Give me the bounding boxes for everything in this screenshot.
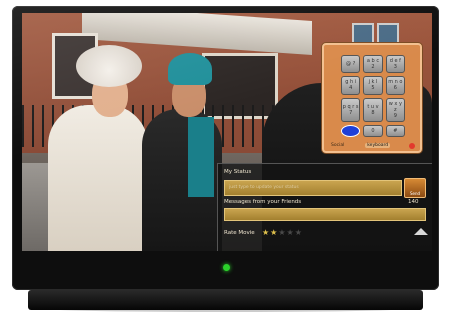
keypad-grid: @ ? a b c 2 d e f 3 g h i 4 j k l 5 m n … xyxy=(341,55,405,137)
tab-keyboard[interactable]: keyboard xyxy=(365,143,391,148)
tv-screen: @ ? a b c 2 d e f 3 g h i 4 j k l 5 m n … xyxy=(22,13,432,251)
tab-social[interactable]: Social xyxy=(329,143,346,148)
keypad-key[interactable]: d e f 3 xyxy=(385,55,405,74)
star-empty-icon[interactable]: ★ xyxy=(287,228,295,237)
keypad-key[interactable]: a b c 2 xyxy=(363,55,383,74)
keypad-key[interactable]: m n o 6 xyxy=(385,76,405,95)
social-status-panel: My Status just type to update your statu… xyxy=(217,163,432,251)
person-fur-hat xyxy=(76,45,142,87)
keypad-key[interactable]: j k l 5 xyxy=(363,76,383,95)
status-input[interactable]: just type to update your status xyxy=(224,180,402,196)
power-led-icon xyxy=(223,264,230,271)
my-status-label: My Status xyxy=(224,169,252,175)
keypad-tabs: Social keyboard xyxy=(329,141,415,150)
keypad-overlay: @ ? a b c 2 d e f 3 g h i 4 j k l 5 m n … xyxy=(322,43,422,153)
status-placeholder: just type to update your status xyxy=(229,185,299,190)
keypad-key-selected[interactable] xyxy=(341,124,361,137)
messages-field[interactable] xyxy=(224,208,426,221)
send-button-label: Send xyxy=(409,191,421,196)
keypad-key[interactable]: @ ? xyxy=(341,55,361,74)
tv-stand xyxy=(28,290,423,310)
keypad-key[interactable]: t u v 8 xyxy=(363,97,383,122)
keypad-key[interactable]: # xyxy=(385,124,405,137)
close-icon[interactable] xyxy=(409,142,415,149)
person-teal-hat xyxy=(168,53,212,85)
star-empty-icon[interactable]: ★ xyxy=(295,228,303,237)
keypad-key[interactable]: p q r s 7 xyxy=(341,97,361,122)
keypad-key[interactable]: w x y z 9 xyxy=(385,97,405,122)
keypad-key[interactable]: 0 xyxy=(363,124,383,137)
rate-movie-label: Rate Movie xyxy=(224,230,255,236)
person-white-coat xyxy=(48,105,148,251)
star-empty-icon[interactable]: ★ xyxy=(278,228,286,237)
scroll-up-icon[interactable] xyxy=(414,228,428,235)
star-filled-icon[interactable]: ★ xyxy=(262,228,270,237)
rating-stars[interactable]: ★★★★★ xyxy=(262,228,303,237)
person-scarf xyxy=(188,117,214,197)
keypad-key[interactable]: g h i 4 xyxy=(341,76,361,95)
message-count: 140 xyxy=(408,199,419,205)
messages-label: Messages from your Friends xyxy=(224,199,302,205)
send-button[interactable]: Send xyxy=(404,178,426,198)
